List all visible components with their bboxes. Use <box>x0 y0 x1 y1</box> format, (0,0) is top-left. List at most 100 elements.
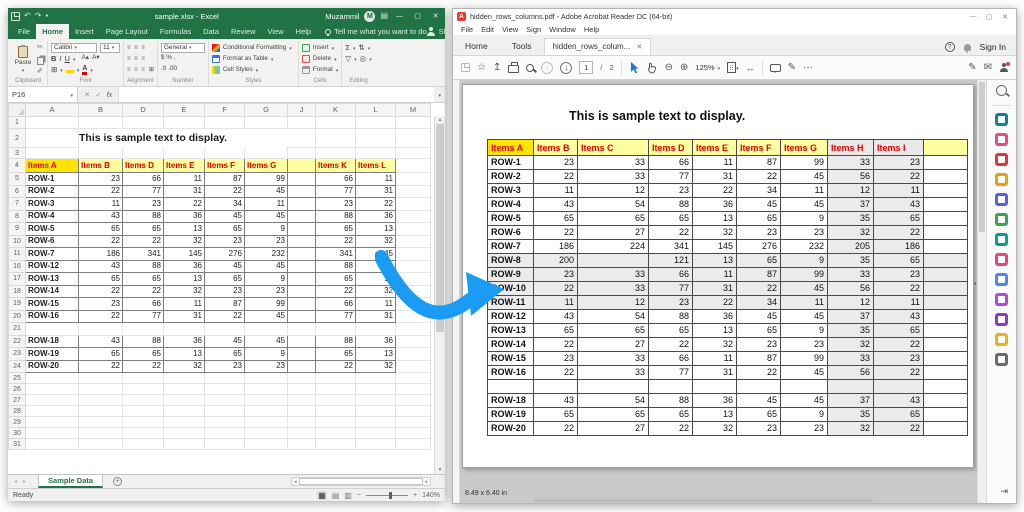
paste-button[interactable]: Paste <box>12 42 34 77</box>
sheet-nav-left-icon[interactable]: ◂ <box>12 478 19 485</box>
cell[interactable] <box>396 395 431 406</box>
data-cell[interactable]: 88 <box>316 210 356 223</box>
cell[interactable] <box>26 117 79 129</box>
data-cell[interactable]: 77 <box>123 185 164 198</box>
find-select-button[interactable]: ◎ <box>360 55 367 63</box>
data-cell[interactable]: 65 <box>316 348 356 361</box>
ribbon-tab-home[interactable]: Home <box>36 24 69 39</box>
cell[interactable] <box>396 406 431 417</box>
select-all-corner[interactable] <box>9 104 26 117</box>
cell[interactable] <box>396 373 431 384</box>
cell[interactable] <box>316 323 356 336</box>
data-cell[interactable] <box>288 360 316 373</box>
header-cell[interactable]: Items K <box>316 159 356 173</box>
column-header-L[interactable]: L <box>356 104 396 117</box>
data-cell[interactable]: 65 <box>79 223 123 236</box>
select-tool-icon[interactable] <box>629 62 639 74</box>
header-cell[interactable]: Items A <box>26 159 79 173</box>
row-header-27[interactable]: 27 <box>9 395 26 406</box>
name-box[interactable]: P16 <box>8 87 78 102</box>
cell[interactable] <box>205 384 245 395</box>
ribbon-tab-view[interactable]: View <box>262 24 290 39</box>
close-document-icon[interactable]: ✕ <box>636 43 642 51</box>
grow-font-button[interactable]: A▴ <box>81 55 89 62</box>
hand-tool-icon[interactable] <box>646 62 658 74</box>
row-header-30[interactable]: 30 <box>9 428 26 439</box>
conditional-formatting-button[interactable]: Conditional Formatting <box>212 42 295 53</box>
cell[interactable] <box>316 384 356 395</box>
row-label-cell[interactable]: ROW-19 <box>26 348 79 361</box>
data-cell[interactable]: 45 <box>245 210 288 223</box>
data-cell[interactable]: 45 <box>205 210 245 223</box>
data-cell[interactable]: 31 <box>356 185 396 198</box>
data-cell[interactable]: 22 <box>316 285 356 298</box>
cell[interactable] <box>396 360 431 373</box>
data-cell[interactable]: 88 <box>316 335 356 348</box>
column-header-M[interactable]: M <box>396 104 431 117</box>
menu-edit[interactable]: Edit <box>477 25 498 34</box>
align-middle-icons[interactable]: ≡ ≡ ≡ <box>127 56 146 62</box>
cell[interactable] <box>316 373 356 384</box>
document-tab[interactable]: hidden_rows_colum... ✕ <box>544 38 652 55</box>
cell[interactable] <box>356 373 396 384</box>
cell[interactable] <box>396 223 431 236</box>
data-cell[interactable]: 77 <box>316 310 356 323</box>
data-cell[interactable] <box>288 273 316 286</box>
data-cell[interactable]: 11 <box>164 298 205 311</box>
cell[interactable] <box>316 129 356 148</box>
column-header-E[interactable]: E <box>164 104 205 117</box>
data-cell[interactable]: 45 <box>245 185 288 198</box>
cell[interactable] <box>396 148 431 159</box>
data-cell[interactable]: 65 <box>123 348 164 361</box>
row-header-6[interactable]: 6 <box>9 185 26 198</box>
row-header-5[interactable]: 5 <box>9 173 26 186</box>
cell[interactable] <box>123 384 164 395</box>
row-header-17[interactable]: 17 <box>9 273 26 286</box>
avatar[interactable]: M <box>364 11 375 22</box>
format-as-table-button[interactable]: Format as Table <box>212 53 295 64</box>
cell[interactable] <box>396 117 431 129</box>
data-cell[interactable]: 22 <box>205 310 245 323</box>
row-header-23[interactable]: 23 <box>9 348 26 361</box>
data-cell[interactable]: 36 <box>164 210 205 223</box>
zoom-out-button[interactable]: − <box>357 492 361 499</box>
row-header-18[interactable]: 18 <box>9 285 26 298</box>
bold-button[interactable]: B <box>51 55 56 63</box>
cell[interactable] <box>245 406 288 417</box>
cell[interactable] <box>205 395 245 406</box>
cell[interactable] <box>316 148 356 159</box>
data-cell[interactable] <box>288 248 316 261</box>
data-cell[interactable]: 23 <box>79 173 123 186</box>
cell[interactable] <box>164 417 205 428</box>
cell[interactable] <box>26 417 79 428</box>
cell[interactable] <box>245 439 288 450</box>
data-cell[interactable]: 65 <box>316 223 356 236</box>
data-cell[interactable]: 341 <box>316 248 356 261</box>
fill-sign-icon[interactable] <box>995 253 1008 266</box>
row-label-cell[interactable]: ROW-16 <box>26 310 79 323</box>
email-icon[interactable]: ✉ <box>984 63 992 73</box>
data-cell[interactable]: 66 <box>123 173 164 186</box>
cell[interactable] <box>288 406 316 417</box>
sample-text-cell[interactable]: This is sample text to display. <box>79 129 288 148</box>
cell[interactable] <box>356 439 396 450</box>
number-format-select[interactable]: General <box>161 43 205 53</box>
merge-center-icon[interactable]: ⊞ <box>149 67 154 73</box>
tab-tools[interactable]: Tools <box>500 38 544 55</box>
data-cell[interactable] <box>288 335 316 348</box>
cell[interactable] <box>79 148 123 159</box>
data-cell[interactable]: 65 <box>205 223 245 236</box>
fill-color-button[interactable] <box>66 67 74 73</box>
cell[interactable] <box>123 373 164 384</box>
cell[interactable] <box>164 148 205 159</box>
qat-customize-icon[interactable]: ▪ <box>45 12 48 20</box>
data-cell[interactable]: 11 <box>245 198 288 211</box>
underline-button[interactable]: U <box>65 55 70 63</box>
cell[interactable] <box>26 439 79 450</box>
cell[interactable] <box>396 428 431 439</box>
cell[interactable] <box>26 129 79 148</box>
data-cell[interactable] <box>288 348 316 361</box>
data-cell[interactable]: 43 <box>79 210 123 223</box>
row-header-26[interactable]: 26 <box>9 384 26 395</box>
data-cell[interactable]: 99 <box>245 298 288 311</box>
